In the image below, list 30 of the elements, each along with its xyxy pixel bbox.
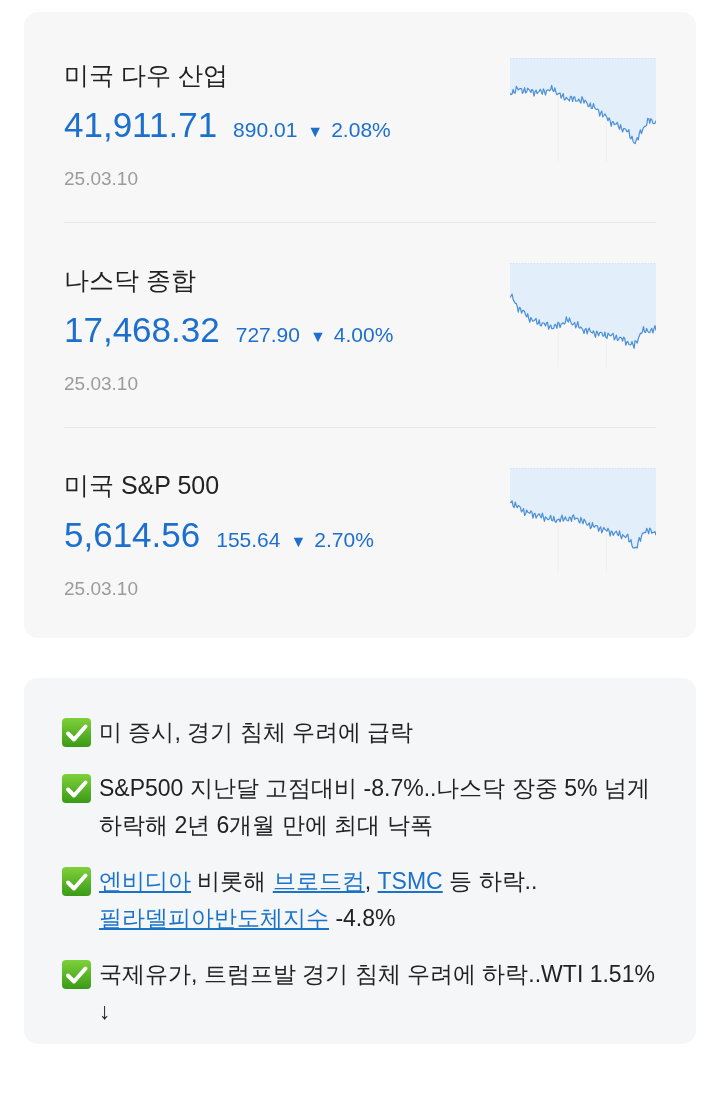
down-triangle-icon: ▼ <box>307 122 324 142</box>
check-mark-icon <box>62 774 91 803</box>
check-mark-icon <box>62 960 91 989</box>
index-name: 나스닥 종합 <box>64 265 197 296</box>
index-value: 41,911.71 <box>64 104 218 146</box>
change-rate: 4.00% <box>333 322 394 348</box>
change-rate: 2.70% <box>314 527 374 553</box>
news-link[interactable]: 엔비디아 <box>99 868 191 894</box>
check-mark-icon <box>62 718 91 747</box>
news-link[interactable]: 필라델피아반도체지수 <box>99 905 329 931</box>
news-link[interactable]: 브로드컴 <box>272 868 365 894</box>
change-amount: 890.01 <box>233 117 298 143</box>
index-value: 17,468.32 <box>64 309 220 351</box>
change-rate: 2.08% <box>331 117 391 143</box>
down-triangle-icon: ▼ <box>309 327 326 347</box>
check-mark-icon <box>62 867 91 896</box>
index-name: 미국 다우 산업 <box>64 60 229 91</box>
index-name: 미국 S&P 500 <box>64 470 221 501</box>
news-headline: S&P500 지난달 고점대비 -8.7%..나스닥 장중 5% 넘게 하락해 2년 6개월 만에 최대 낙폭 <box>99 774 651 840</box>
date-label: 25.03.10 <box>64 372 139 396</box>
date-label: 25.03.10 <box>64 167 139 191</box>
change-amount: 155.64 <box>216 527 281 553</box>
change-amount: 727.90 <box>235 322 300 348</box>
news-link[interactable]: TSMC <box>377 868 443 894</box>
down-triangle-icon: ▼ <box>290 532 307 552</box>
news-headline: 엔비디아 비롯해 브로드컴, TSMC 등 하락.. 필라델피아반도체지수 -4.8% <box>99 867 539 933</box>
news-headline: 국제유가, 트럼프발 경기 침체 우려에 하락..WTI 1.51%↓ <box>99 960 656 1026</box>
date-label: 25.03.10 <box>64 577 139 601</box>
news-headline: 미 증시, 경기 침체 우려에 급락 <box>99 718 415 747</box>
index-value: 5,614.56 <box>64 514 201 556</box>
